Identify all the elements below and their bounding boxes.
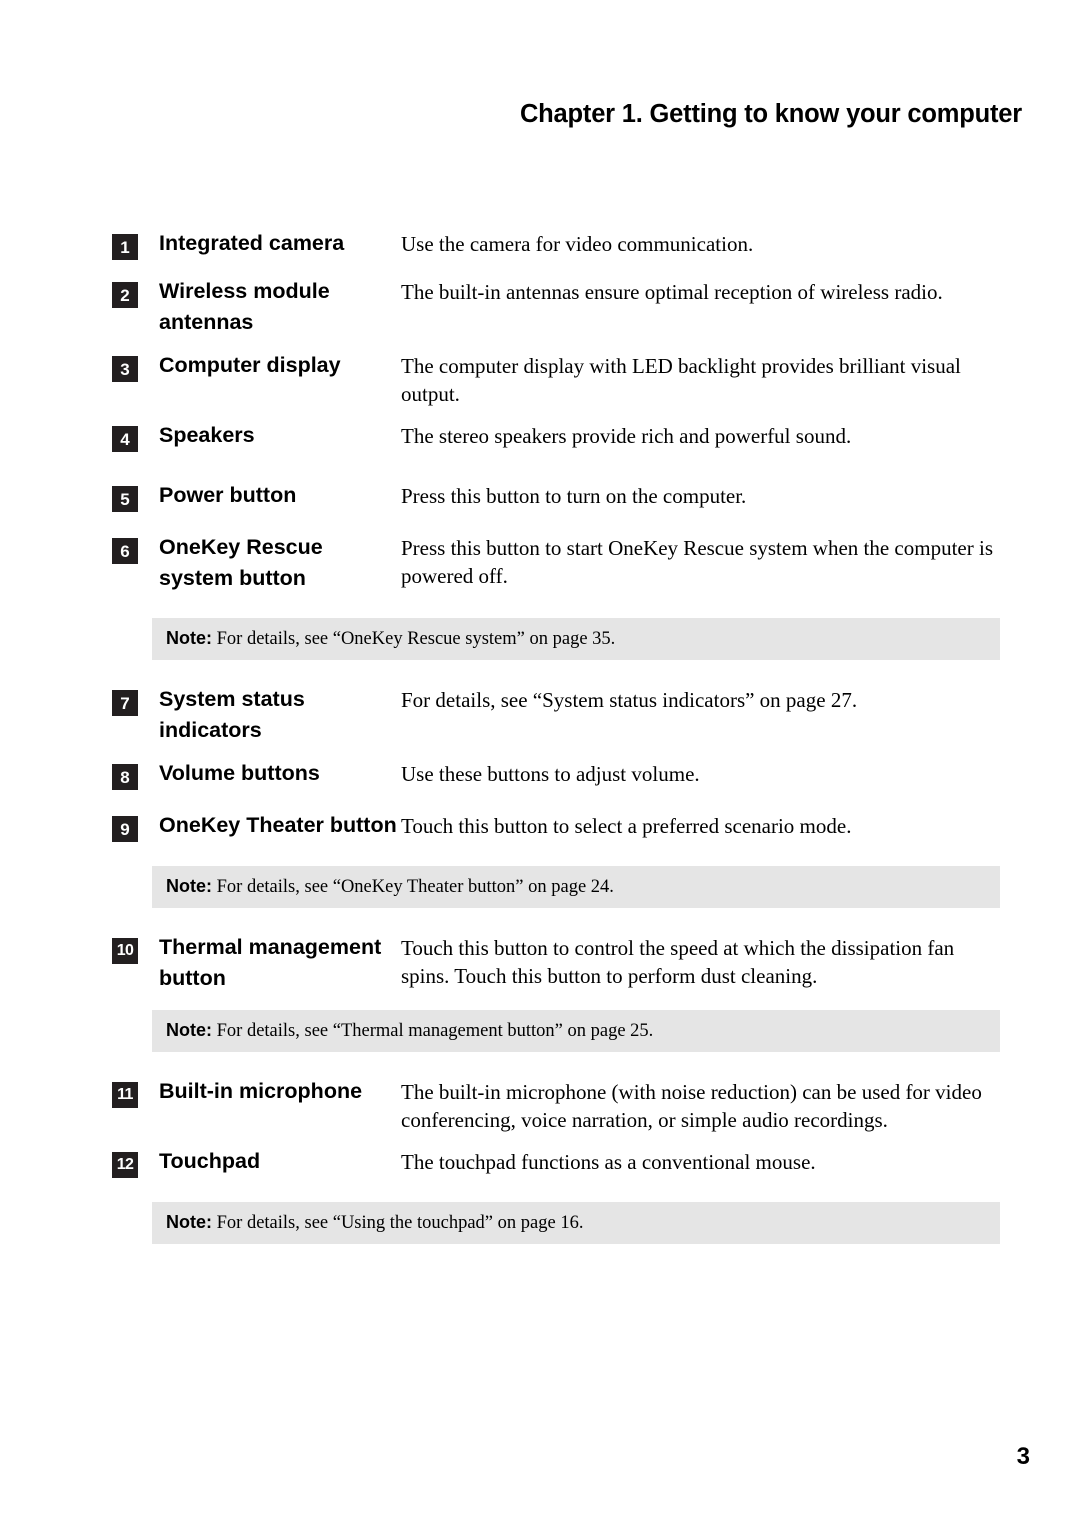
table-row: 7 System status indicators For details, … <box>112 684 1012 746</box>
row-spacer <box>112 1052 1012 1076</box>
page-number: 3 <box>1016 1443 1030 1470</box>
feature-description: Use these buttons to adjust volume. <box>401 762 700 786</box>
feature-label: Thermal management button <box>159 935 382 990</box>
manual-page: Chapter 1. Getting to know your computer… <box>0 0 1080 1529</box>
note-thermal-management: Note: For details, see “Thermal manageme… <box>152 1010 1000 1052</box>
feature-label: Speakers <box>159 423 255 447</box>
row-spacer <box>112 1134 1012 1146</box>
table-row: 8 Volume buttons Use these buttons to ad… <box>112 758 1012 790</box>
feature-label: OneKey Rescue system button <box>159 535 323 590</box>
callout-number-cell: 9 <box>112 810 159 842</box>
callout-number-cell: 8 <box>112 758 159 790</box>
callout-number-cell: 6 <box>112 532 159 564</box>
feature-label: Wireless module antennas <box>159 279 330 334</box>
note-using-touchpad: Note: For details, see “Using the touchp… <box>152 1202 1000 1244</box>
feature-label: Power button <box>159 483 297 507</box>
callout-number-cell: 4 <box>112 420 159 452</box>
row-spacer <box>112 660 1012 684</box>
row-spacer <box>112 594 1012 618</box>
note-text: For details, see “OneKey Theater button”… <box>216 877 614 897</box>
callout-badge: 3 <box>112 356 138 382</box>
callout-number-cell: 11 <box>112 1076 159 1108</box>
table-row: 3 Computer display The computer display … <box>112 350 1012 408</box>
row-spacer <box>112 1178 1012 1202</box>
feature-description: Use the camera for video communication. <box>401 232 754 256</box>
note-onekey-rescue: Note: For details, see “OneKey Rescue sy… <box>152 618 1000 660</box>
table-row: 4 Speakers The stereo speakers provide r… <box>112 420 1012 452</box>
feature-description: The built-in antennas ensure optimal rec… <box>401 280 943 304</box>
row-spacer <box>112 842 1012 866</box>
callout-badge: 9 <box>112 816 138 842</box>
callout-number-cell: 7 <box>112 684 159 716</box>
callout-badge: 4 <box>112 426 138 452</box>
feature-description: Touch this button to select a preferred … <box>401 814 852 838</box>
callout-number-cell: 3 <box>112 350 159 382</box>
note-label: Note: <box>166 628 212 648</box>
note-text: For details, see “Thermal management but… <box>216 1021 654 1041</box>
callout-badge: 10 <box>112 938 138 964</box>
feature-label: Integrated camera <box>159 231 345 255</box>
callout-badge: 1 <box>112 234 138 260</box>
feature-description-table: 1 Integrated camera Use the camera for v… <box>112 228 1012 1244</box>
table-row: 2 Wireless module antennas The built-in … <box>112 276 1012 338</box>
table-row: 10 Thermal management button Touch this … <box>112 932 1012 994</box>
callout-badge: 2 <box>112 282 138 308</box>
table-row: 6 OneKey Rescue system button Press this… <box>112 532 1012 594</box>
callout-number-cell: 5 <box>112 480 159 512</box>
callout-badge: 6 <box>112 538 138 564</box>
row-spacer <box>112 408 1012 420</box>
feature-label: Touchpad <box>159 1149 261 1173</box>
note-text: For details, see “Using the touchpad” on… <box>216 1213 584 1233</box>
feature-label: OneKey Theater button <box>159 813 397 837</box>
feature-label: Volume buttons <box>159 761 320 785</box>
table-row: 1 Integrated camera Use the camera for v… <box>112 228 1012 260</box>
feature-label: Computer display <box>159 353 341 377</box>
table-row: 12 Touchpad The touchpad functions as a … <box>112 1146 1012 1178</box>
note-label: Note: <box>166 1212 212 1232</box>
callout-badge: 7 <box>112 690 138 716</box>
row-spacer <box>112 994 1012 1010</box>
row-spacer <box>112 908 1012 932</box>
feature-description: Press this button to turn on the compute… <box>401 484 747 508</box>
table-row: 9 OneKey Theater button Touch this butto… <box>112 810 1012 842</box>
note-label: Note: <box>166 876 212 896</box>
row-spacer <box>112 452 1012 480</box>
table-row: 5 Power button Press this button to turn… <box>112 480 1012 512</box>
callout-badge: 8 <box>112 764 138 790</box>
note-onekey-theater: Note: For details, see “OneKey Theater b… <box>152 866 1000 908</box>
callout-badge: 5 <box>112 486 138 512</box>
row-spacer <box>112 746 1012 758</box>
feature-label: Built-in microphone <box>159 1079 363 1103</box>
feature-description: For details, see “System status indicato… <box>401 688 858 712</box>
note-label: Note: <box>166 1020 212 1040</box>
feature-description: The stereo speakers provide rich and pow… <box>401 424 852 448</box>
feature-description: Touch this button to control the speed a… <box>401 936 955 988</box>
note-text: For details, see “OneKey Rescue system” … <box>216 629 616 649</box>
page-running-header: Chapter 1. Getting to know your computer <box>519 100 1022 128</box>
callout-number-cell: 10 <box>112 932 159 964</box>
feature-description: The touchpad functions as a conventional… <box>401 1150 816 1174</box>
feature-label: System status indicators <box>159 687 305 742</box>
feature-description: Press this button to start OneKey Rescue… <box>401 536 993 588</box>
callout-number-cell: 12 <box>112 1146 159 1178</box>
row-spacer <box>112 260 1012 276</box>
callout-badge: 12 <box>112 1152 138 1178</box>
feature-description: The computer display with LED backlight … <box>401 354 961 406</box>
feature-description: The built-in microphone (with noise redu… <box>401 1080 982 1132</box>
callout-number-cell: 1 <box>112 228 159 260</box>
row-spacer <box>112 512 1012 532</box>
row-spacer <box>112 338 1012 350</box>
table-row: 11 Built-in microphone The built-in micr… <box>112 1076 1012 1134</box>
callout-number-cell: 2 <box>112 276 159 308</box>
row-spacer <box>112 790 1012 810</box>
callout-badge: 11 <box>112 1082 138 1108</box>
